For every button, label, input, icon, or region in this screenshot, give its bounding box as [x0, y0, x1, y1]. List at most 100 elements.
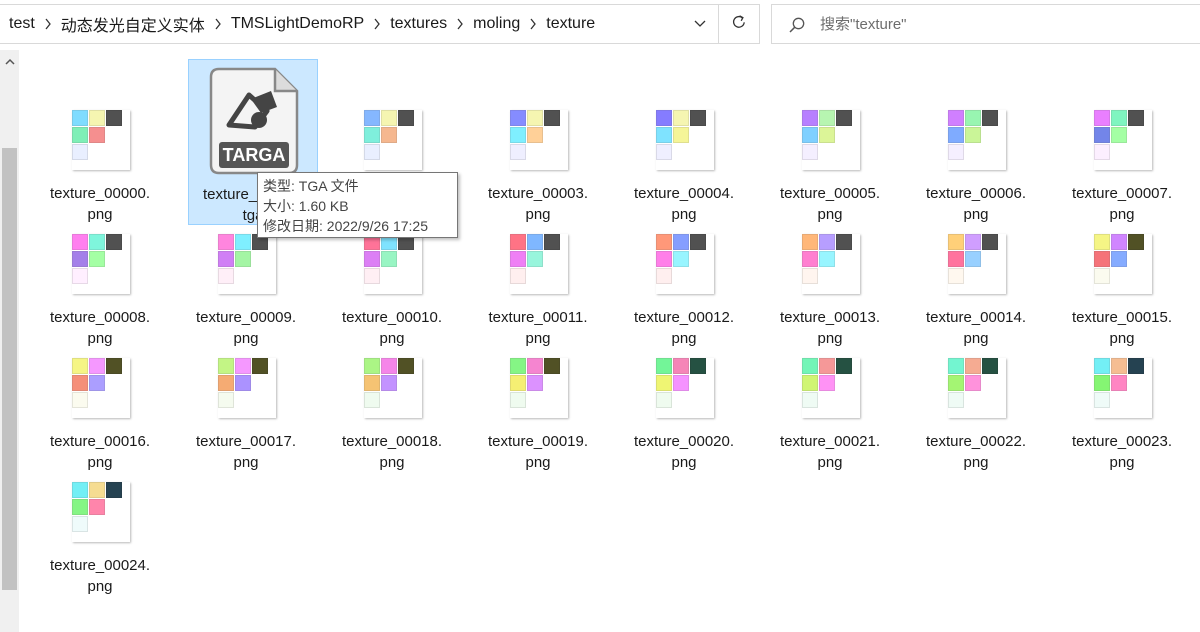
color-swatch: [819, 234, 835, 250]
chevron-right-icon[interactable]: [368, 5, 386, 43]
color-swatch: [398, 110, 414, 126]
color-swatch: [72, 392, 88, 408]
color-swatch: [1111, 358, 1127, 374]
address-dropdown-button[interactable]: [682, 5, 718, 43]
breadcrumb-item[interactable]: textures: [386, 15, 451, 33]
color-swatch: [544, 358, 560, 374]
file-name: texture_00021. png: [779, 433, 881, 471]
file-item[interactable]: texture_00017. png: [181, 306, 311, 471]
file-item[interactable]: texture_00003. png: [473, 58, 603, 223]
color-swatch: [364, 358, 380, 374]
address-bar[interactable]: test 动态发光自定义实体 TMSLightDemoRP textures molin…: [0, 4, 760, 44]
color-swatch: [965, 251, 981, 267]
search-icon: [788, 16, 806, 34]
image-thumbnail: [510, 358, 568, 418]
file-item[interactable]: texture_00012. png: [619, 182, 749, 347]
scroll-up-button[interactable]: [0, 50, 19, 72]
color-swatch: [802, 375, 818, 391]
image-thumbnail: [656, 358, 714, 418]
color-swatch: [656, 358, 672, 374]
file-item[interactable]: texture_00011. png: [473, 182, 603, 347]
color-swatch: [89, 251, 105, 267]
color-swatch: [656, 144, 672, 160]
file-name: texture_00024. png: [49, 557, 151, 595]
chevron-right-icon[interactable]: [209, 5, 227, 43]
search-input[interactable]: [820, 13, 1190, 35]
color-swatch: [106, 234, 122, 250]
file-item[interactable]: texture_00022. png: [911, 306, 1041, 471]
targa-badge: TARGA: [222, 145, 286, 165]
color-swatch: [948, 392, 964, 408]
color-swatch: [982, 358, 998, 374]
file-item[interactable]: texture_00020. png: [619, 306, 749, 471]
color-swatch: [1111, 127, 1127, 143]
file-item[interactable]: texture_00002.png: [327, 58, 457, 223]
search-box[interactable]: [771, 4, 1200, 44]
file-item[interactable]: texture_00013. png: [765, 182, 895, 347]
color-swatch: [381, 127, 397, 143]
image-thumbnail: [364, 110, 422, 170]
file-item[interactable]: texture_00023. png: [1057, 306, 1187, 471]
scrollbar-thumb[interactable]: [2, 148, 17, 590]
color-swatch: [1111, 375, 1127, 391]
color-swatch: [656, 234, 672, 250]
file-item[interactable]: texture_00007. png: [1057, 58, 1187, 223]
color-swatch: [72, 110, 88, 126]
color-swatch: [965, 358, 981, 374]
color-swatch: [690, 234, 706, 250]
chevron-down-icon: [694, 15, 706, 33]
chevron-right-icon[interactable]: [39, 5, 57, 43]
file-item[interactable]: texture_00006. png: [911, 58, 1041, 223]
color-swatch: [527, 358, 543, 374]
file-item[interactable]: texture_00005. png: [765, 58, 895, 223]
color-swatch: [690, 110, 706, 126]
refresh-button[interactable]: [718, 5, 759, 43]
breadcrumb-item[interactable]: TMSLightDemoRP: [227, 15, 368, 33]
color-swatch: [527, 127, 543, 143]
breadcrumb-item[interactable]: moling: [469, 15, 524, 33]
vertical-scrollbar[interactable]: [0, 50, 19, 632]
file-item[interactable]: texture_00008. png: [35, 182, 165, 347]
file-name: texture_00019. png: [487, 433, 589, 471]
color-swatch: [948, 127, 964, 143]
color-swatch: [1094, 110, 1110, 126]
chevron-right-icon[interactable]: [524, 5, 542, 43]
color-swatch: [510, 392, 526, 408]
file-item[interactable]: texture_00015. png: [1057, 182, 1187, 347]
color-swatch: [364, 144, 380, 160]
file-name: texture_00020. png: [633, 433, 735, 471]
color-swatch: [948, 234, 964, 250]
color-swatch: [948, 268, 964, 284]
chevron-right-icon[interactable]: [451, 5, 469, 43]
breadcrumb-item[interactable]: 动态发光自定义实体: [57, 12, 209, 36]
color-swatch: [1094, 268, 1110, 284]
image-thumbnail: [802, 234, 860, 294]
file-item[interactable]: texture_00004. png: [619, 58, 749, 223]
color-swatch: [72, 482, 88, 498]
file-item[interactable]: texture_00024. png: [35, 430, 165, 595]
color-swatch: [510, 110, 526, 126]
color-swatch: [218, 358, 234, 374]
image-thumbnail: [1094, 110, 1152, 170]
color-swatch: [89, 110, 105, 126]
breadcrumb-item[interactable]: test: [5, 15, 39, 33]
file-item[interactable]: texture_00014. png: [911, 182, 1041, 347]
color-swatch: [72, 358, 88, 374]
file-tooltip: 类型: TGA 文件 大小: 1.60 KB 修改日期: 2022/9/26 1…: [257, 172, 458, 238]
color-swatch: [72, 375, 88, 391]
file-item[interactable]: texture_00019. png: [473, 306, 603, 471]
image-thumbnail: [364, 234, 422, 294]
color-swatch: [1094, 144, 1110, 160]
file-item[interactable]: texture_00018. png: [327, 306, 457, 471]
color-swatch: [656, 375, 672, 391]
color-swatch: [510, 144, 526, 160]
breadcrumb-item[interactable]: texture: [542, 15, 599, 33]
file-item[interactable]: texture_00000. png: [35, 58, 165, 223]
color-swatch: [72, 251, 88, 267]
color-swatch: [802, 358, 818, 374]
color-swatch: [72, 499, 88, 515]
color-swatch: [1128, 110, 1144, 126]
color-swatch: [656, 251, 672, 267]
file-item[interactable]: texture_00021. png: [765, 306, 895, 471]
file-item[interactable]: texture_00016. png: [35, 306, 165, 471]
